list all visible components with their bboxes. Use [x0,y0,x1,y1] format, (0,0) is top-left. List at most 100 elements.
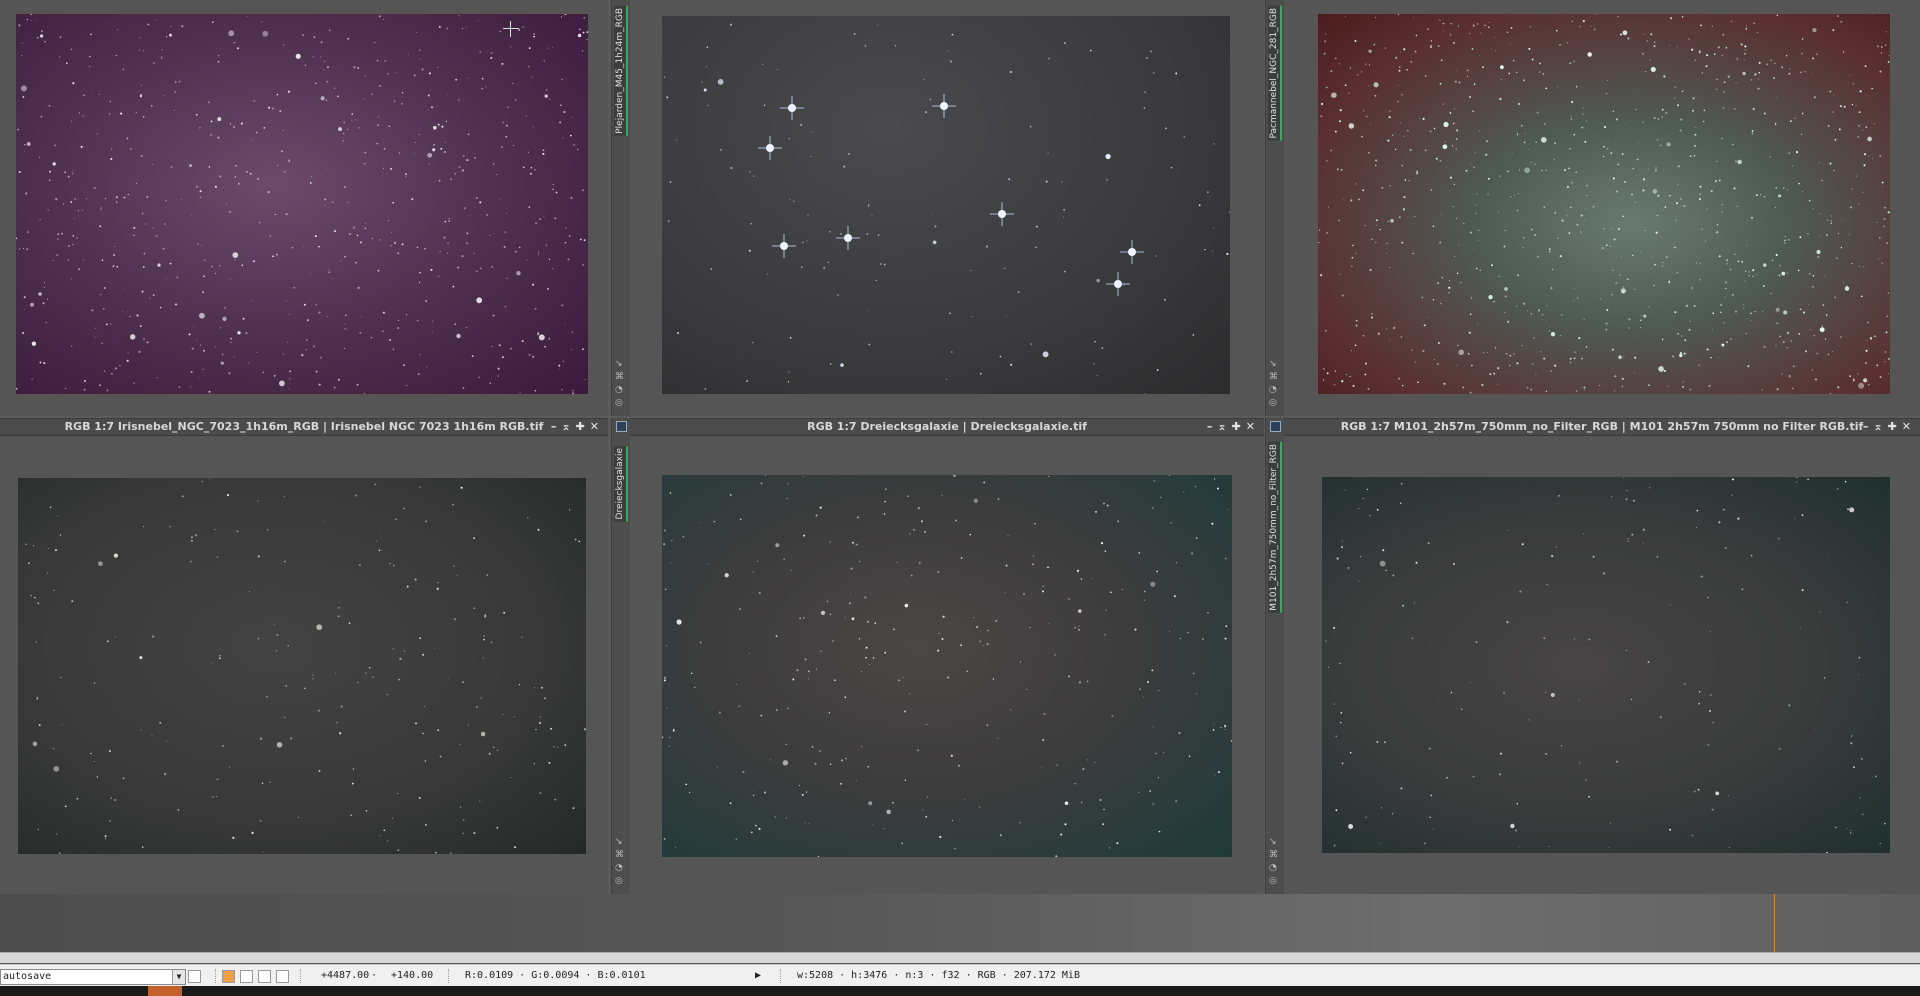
star [503,245,506,248]
star [203,349,205,352]
sidetab-m101[interactable]: M101_2h57m_750mm_no_Filter_RGB ↘ ⌘ ◔ ◎ [1265,418,1285,894]
shade-icon[interactable]: ⌅ [561,420,575,433]
star [1833,169,1835,172]
image-irisnebel[interactable] [18,478,586,854]
star [512,82,514,84]
window-controls[interactable]: –⌅✚✕ [551,419,604,435]
minimize-icon[interactable]: – [1863,420,1874,433]
preview-swatch-2[interactable] [240,970,253,983]
image-pacman-nebula[interactable] [1318,14,1890,394]
star [1531,362,1534,365]
window-titlebar[interactable]: RGB 1:7 Irisnebel_NGC_7023_1h16m_RGB | I… [0,418,608,436]
image-window-irisnebel[interactable]: RGB 1:7 Irisnebel_NGC_7023_1h16m_RGB | I… [0,418,608,894]
maximize-icon[interactable]: ✚ [576,420,590,433]
preview-swatch-4[interactable] [276,970,289,983]
star [245,332,248,335]
star [1769,156,1771,158]
bright-star [1106,272,1130,296]
minimize-icon[interactable]: – [1207,420,1218,433]
star [302,33,305,36]
shade-icon[interactable]: ⌅ [1217,420,1231,433]
image-window-top-right[interactable] [1284,0,1920,416]
star [1693,305,1696,307]
workspace-scrollbar[interactable] [0,952,1920,963]
star [1406,68,1408,71]
window-controls[interactable]: –⌅✚✕ [1863,419,1916,435]
star [756,560,759,562]
star [106,389,109,392]
window-titlebar[interactable]: RGB 1:7 Dreiecksgalaxie | Dreiecksgalaxi… [630,418,1264,436]
star [785,817,787,819]
star [1467,352,1470,355]
image-window-top-center[interactable] [630,0,1264,416]
sidetab-plejarden[interactable]: Plejarden_M45_1h24m_RGB ↘ ⌘ ◔ ◎ [611,0,631,416]
star [1334,57,1337,60]
image-window-m101[interactable]: RGB 1:7 M101_2h57m_750mm_no_Filter_RGB |… [1284,418,1920,894]
maximize-icon[interactable]: ✚ [1888,420,1902,433]
star [1522,247,1524,249]
star [1440,302,1442,305]
star [675,139,677,141]
process-select[interactable]: autosave ▼ [0,969,186,985]
star [1371,313,1373,315]
star [1452,41,1455,44]
star [1364,224,1367,227]
star [1104,550,1107,552]
image-window-dreiecksgalaxie[interactable]: RGB 1:7 Dreiecksgalaxie | Dreiecksgalaxi… [630,418,1264,894]
close-icon[interactable]: ✕ [590,420,604,433]
star [1384,741,1386,744]
window-controls[interactable]: –⌅✚✕ [1207,419,1260,435]
new-window-icon[interactable] [188,970,201,983]
star [792,678,795,681]
preview-swatch-3[interactable] [258,970,271,983]
chevron-down-icon[interactable]: ▼ [172,970,185,984]
minimize-icon[interactable]: – [551,420,562,433]
star [383,165,385,167]
preview-orange-swatch[interactable] [222,970,235,983]
star [579,28,581,31]
star [1830,220,1833,222]
star [949,312,951,315]
star [1429,130,1432,133]
star [752,342,754,344]
star [1138,792,1140,793]
image-pleiades[interactable] [662,16,1230,394]
star [1720,311,1722,313]
window-icon[interactable] [1270,421,1281,432]
star [560,104,562,106]
star [669,181,672,183]
star [1449,112,1452,114]
shade-icon[interactable]: ⌅ [1873,420,1887,433]
sidetab-icons: ↘ ⌘ ◔ ◎ [615,359,624,408]
maximize-icon[interactable]: ✚ [1232,420,1246,433]
star [527,517,529,519]
window-icon[interactable] [616,421,627,432]
star [165,199,167,202]
star [117,29,119,31]
star [787,707,789,710]
image-window-top-left[interactable] [0,0,608,416]
play-icon[interactable]: ▶ [755,965,761,987]
window-titlebar[interactable]: RGB 1:7 M101_2h57m_750mm_no_Filter_RGB |… [1284,418,1920,436]
close-icon[interactable]: ✕ [1246,420,1260,433]
star [976,626,979,629]
star [126,359,129,362]
star [1636,158,1639,161]
image-triangulum-galaxy[interactable] [662,475,1232,857]
star [1364,373,1367,376]
star [113,254,116,256]
sidetab-pacmannebel[interactable]: Pacmannebel_NGC_281_RGB ↘ ⌘ ◔ ◎ [1265,0,1285,416]
star [496,174,498,176]
close-icon[interactable]: ✕ [1902,420,1916,433]
sidetab-dreiecksgalaxie[interactable]: Dreiecksgalaxie ↘ ⌘ ◔ ◎ [611,418,631,894]
image-magenta-starfield[interactable] [16,14,588,394]
star [1509,354,1512,357]
star [1747,365,1750,368]
star [1543,123,1546,125]
star [1441,213,1443,215]
star [446,27,449,30]
image-m101[interactable] [1322,477,1890,853]
star [1758,71,1761,74]
star [345,323,346,325]
taskbar-app-icon[interactable] [148,986,182,996]
